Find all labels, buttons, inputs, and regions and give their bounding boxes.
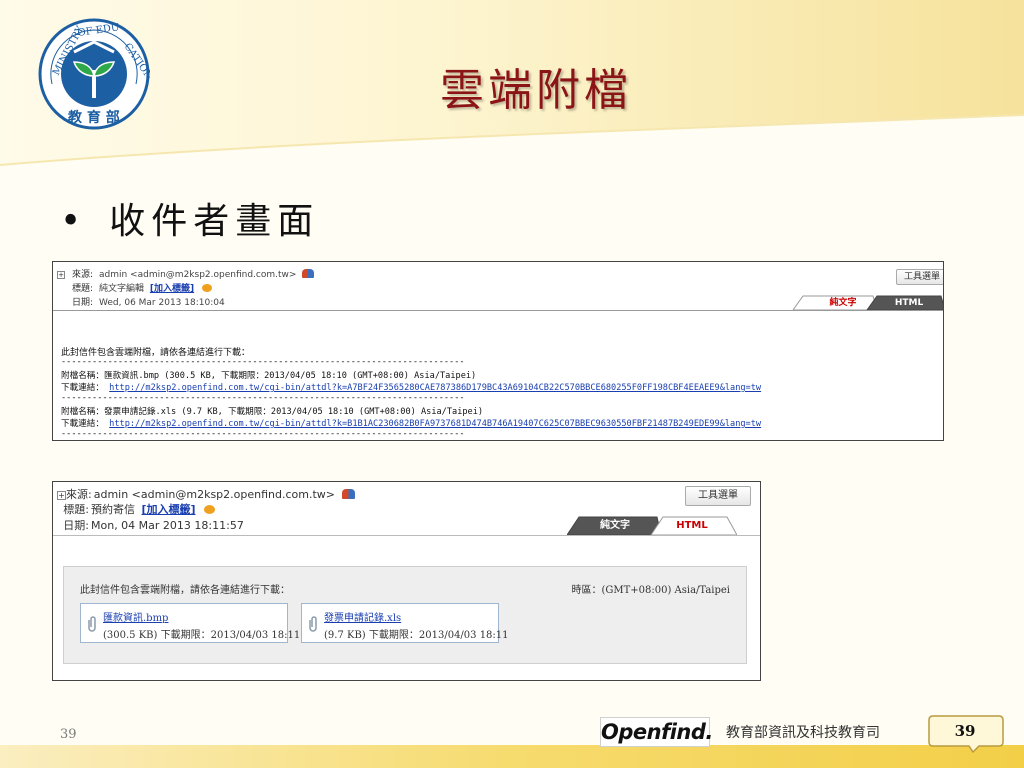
comment-icon[interactable] — [204, 505, 216, 514]
timezone-text: 時區：(GMT+08:00) Asia/Taipei — [571, 585, 730, 596]
from-value: admin <admin@m2ksp2.openfind.com.tw> — [93, 488, 336, 501]
page-badge-number: 39 — [954, 722, 976, 740]
download-link-label: 下載連結： — [61, 419, 104, 429]
paperclip-icon — [88, 616, 96, 632]
cloud-attachment-panel: 此封信件包含雲端附檔，請依各連結進行下載： 時區：(GMT+08:00) Asi… — [63, 566, 747, 664]
tab-html[interactable]: HTML — [657, 519, 727, 533]
attachment-card[interactable]: 匯款資訊.bmp (300.5 KB) 下載期限：2013/04/03 18:1… — [80, 603, 300, 643]
header-swoosh — [0, 114, 1024, 190]
bullet-dot: • — [60, 201, 88, 242]
from-label: 來源: — [66, 488, 92, 501]
header-divider — [53, 535, 760, 536]
add-tag-link[interactable]: [加入標籤] — [142, 503, 196, 516]
from-row: +來源:admin <admin@m2ksp2.openfind.com.tw> — [57, 486, 355, 502]
contact-icon[interactable] — [341, 489, 355, 499]
from-label: 來源: — [71, 270, 93, 280]
subject-value: 純文字編輯 — [99, 284, 145, 294]
add-tag-link[interactable]: [加入標籤] — [150, 284, 194, 294]
subject-row: 標題: 純文字編輯 [加入標籤] — [57, 281, 212, 294]
svg-text:教 育 部: 教 育 部 — [68, 109, 120, 126]
notice-text: 此封信件包含雲端附檔，請依各連結進行下載： — [80, 585, 290, 596]
tools-menu-button[interactable]: 工具選單 — [896, 269, 943, 285]
ministry-seal-logo: MINISTRY OF EDU CATION 教 育 部 — [38, 18, 150, 130]
date-value: Wed, 06 Mar 2013 18:10:04 — [99, 298, 225, 308]
department-name: 教育部資訊及科技教育司 — [726, 725, 880, 741]
divider-line: ----------------------------------------… — [61, 357, 465, 367]
date-label: 日期: — [63, 519, 89, 532]
slide-title: 雲端附檔 — [440, 65, 632, 116]
date-row: 日期: Wed, 06 Mar 2013 18:10:04 — [57, 295, 225, 308]
plain-text-mail-screenshot: + 來源: admin <admin@m2ksp2.openfind.com.tw>… — [52, 261, 944, 441]
attachment-meta: (9.7 KB) 下載期限：2013/04/03 18:11 — [324, 630, 509, 641]
date-value: Mon, 04 Mar 2013 18:11:57 — [91, 519, 244, 532]
divider-line: ----------------------------------------… — [61, 429, 465, 439]
tab-html[interactable]: HTML — [878, 296, 940, 310]
attachment-2-url[interactable]: http://m2ksp2.openfind.com.tw/cgi-bin/at… — [109, 419, 761, 429]
bullet-heading: • 收件者畫面 — [60, 192, 319, 244]
download-link-label: 下載連結： — [61, 383, 104, 393]
bullet-text: 收件者畫面 — [109, 201, 320, 242]
expand-icon[interactable]: + — [57, 271, 65, 279]
attachment-1-url[interactable]: http://m2ksp2.openfind.com.tw/cgi-bin/at… — [109, 383, 761, 393]
attachment-card[interactable]: 發票申請記錄.xls (9.7 KB) 下載期限：2013/04/03 18:1… — [301, 603, 509, 643]
attachment-meta: (300.5 KB) 下載期限：2013/04/03 18:11 — [103, 630, 301, 641]
attachment-1-info: 附檔名稱：匯款資訊.bmp (300.5 KB, 下載期限：2013/04/05… — [61, 371, 477, 381]
attachment-name[interactable]: 匯款資訊.bmp — [103, 609, 168, 624]
html-mail-screenshot: +來源: admin <admin@m2ksp2.openfind.com.tw>… — [52, 481, 761, 681]
header-divider — [53, 310, 943, 311]
tools-menu-button[interactable]: 工具選單 — [685, 486, 751, 506]
footer-band — [0, 745, 1024, 768]
subject-label: 標題: — [63, 503, 89, 516]
contact-icon[interactable] — [302, 269, 315, 278]
attachment-2-link-row: 下載連結： http://m2ksp2.openfind.com.tw/cgi-… — [61, 417, 761, 429]
tab-plain-text[interactable]: 純文字 — [577, 519, 653, 533]
attachment-2-info: 附檔名稱：發票申請記錄.xls (9.7 KB, 下載期限：2013/04/05… — [61, 407, 484, 417]
date-row: 日期: Mon, 04 Mar 2013 18:11:57 — [57, 517, 244, 533]
subject-value: 預約寄信 — [91, 503, 135, 516]
attachment-1-link-row: 下載連結： http://m2ksp2.openfind.com.tw/cgi-… — [61, 381, 761, 393]
paperclip-icon — [309, 616, 317, 632]
divider-line: ----------------------------------------… — [61, 393, 465, 403]
expand-icon[interactable]: + — [57, 491, 66, 500]
openfind-logo: Openfind. — [600, 717, 713, 747]
subject-label: 標題: — [71, 284, 93, 294]
from-value: admin <admin@m2ksp2.openfind.com.tw> — [99, 270, 297, 280]
tab-plain-text[interactable]: 純文字 — [808, 296, 878, 310]
date-label: 日期: — [71, 298, 93, 308]
comment-icon[interactable] — [202, 284, 212, 292]
attachment-name[interactable]: 發票申請記錄.xls — [324, 609, 401, 624]
from-row: + 來源: admin <admin@m2ksp2.openfind.com.tw> — [57, 267, 315, 280]
subject-row: 標題: 預約寄信 [加入標籤] — [57, 501, 216, 517]
page-number: 39 — [60, 727, 77, 742]
mail-header: + 來源: admin <admin@m2ksp2.openfind.com.tw>… — [53, 262, 943, 311]
